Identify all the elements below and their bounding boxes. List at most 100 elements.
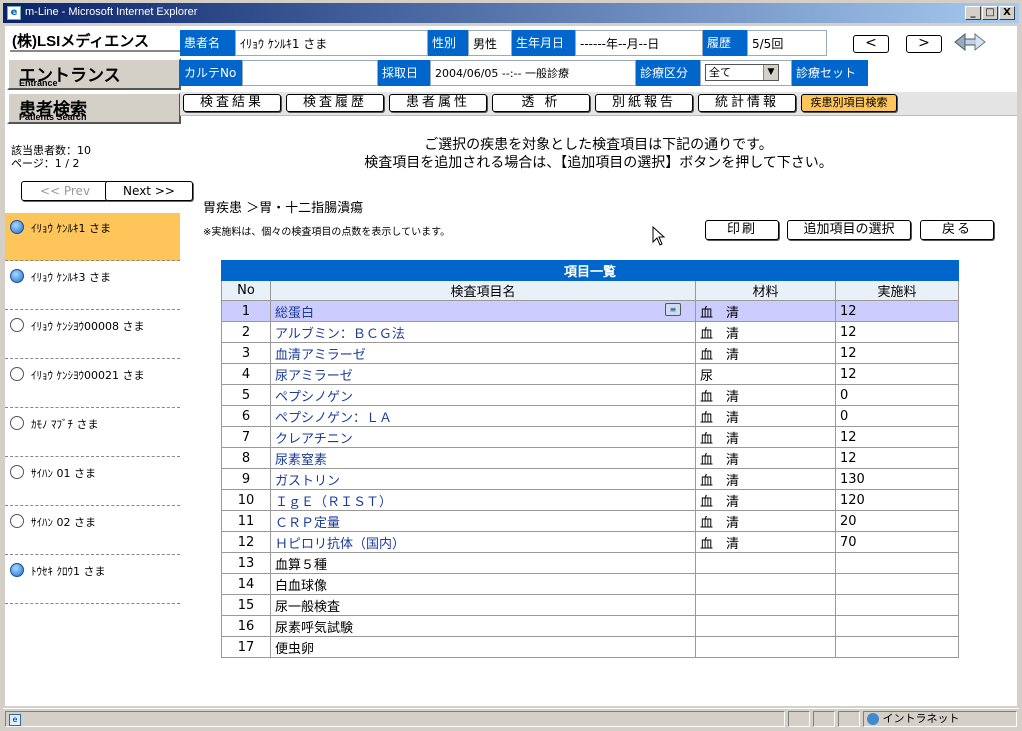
row-name[interactable]: ペプシノゲン：ＬＡ — [270, 405, 696, 427]
add-items-button[interactable]: 追加項目の選択 — [787, 220, 911, 240]
patient-list-item[interactable]: ｲﾘｮｳ ｹﾝﾙｷ3 さま — [5, 262, 180, 310]
back-button[interactable]: 戻る — [920, 220, 994, 240]
patient-name-value: ｲﾘｮｳ ｹﾝﾙｷ1 さま — [235, 30, 428, 56]
row-no: 11 — [221, 510, 271, 532]
tab-statistics[interactable]: 統計情報 — [698, 94, 796, 112]
dept-select-value: 全て — [709, 66, 731, 79]
table-row[interactable]: 1 総蛋白 ≡ 血 清 12 — [221, 300, 959, 322]
patient-list-item[interactable]: ﾄｳｾｷ ｸﾛｳ1 さま — [5, 556, 180, 604]
table-row[interactable]: 15 尿一般検査 — [221, 594, 959, 616]
table-row[interactable]: 14 白血球像 — [221, 573, 959, 595]
row-name[interactable]: ガストリン — [270, 468, 696, 490]
patient-list-item[interactable]: ｲﾘｮｳ ｹﾝｼﾖｳ00021 さま — [5, 360, 180, 408]
row-name[interactable]: ＩｇＥ（ＲＩＳＴ） — [270, 489, 696, 511]
close-button[interactable]: X — [999, 6, 1015, 20]
table-row[interactable]: 16 尿素呼気試験 — [221, 615, 959, 637]
tab-disease-search[interactable]: 疾患別項目検索 — [801, 94, 897, 112]
entrance-button[interactable]: エントランス Entrance — [7, 58, 181, 90]
table-row[interactable]: 10 ＩｇＥ（ＲＩＳＴ） 血 清 120 — [221, 489, 959, 511]
table-row[interactable]: 12 Ｈピロリ抗体（国内） 血 清 70 — [221, 531, 959, 553]
zone-label: イントラネット — [882, 712, 960, 725]
row-name[interactable]: ＣＲＰ定量 — [270, 510, 696, 532]
tab-results[interactable]: 検査結果 — [183, 94, 281, 112]
tab-attributes[interactable]: 患者属性 — [389, 94, 487, 112]
karte-label: カルテNo — [180, 60, 242, 86]
row-no: 14 — [221, 573, 271, 595]
title-bar: e m-Line - Microsoft Internet Explorer _… — [3, 3, 1019, 23]
test-item-name: 血清アミラーゼ — [275, 347, 366, 363]
row-no: 12 — [221, 531, 271, 553]
patient-list-item[interactable]: ｻｲﾊﾝ 01 さま — [5, 458, 180, 506]
row-name[interactable]: アルブミン：ＢＣＧ法 — [270, 321, 696, 343]
patient-name: ｲﾘｮｳ ｹﾝｼﾖｳ00021 さま — [31, 369, 145, 382]
page-label: ページ：1 / 2 — [11, 157, 80, 170]
table-row[interactable]: 2 アルブミン：ＢＣＧ法 血 清 12 — [221, 321, 959, 343]
table-row[interactable]: 6 ペプシノゲン：ＬＡ 血 清0 — [221, 405, 959, 427]
status-cell — [813, 711, 835, 727]
col-fee: 実施料 — [835, 280, 959, 301]
col-no: No — [221, 280, 271, 301]
table-row[interactable]: 13 血算５種 — [221, 552, 959, 574]
row-no: 3 — [221, 342, 271, 364]
test-item-name: Ｈピロリ抗体（国内） — [275, 536, 406, 552]
row-material: 血 清 — [695, 468, 836, 490]
patient-name: ｶﾓﾉ ﾏﾌﾞﾁ さま — [31, 418, 99, 431]
tab-dialysis[interactable]: 透 析 — [492, 94, 590, 112]
row-no: 5 — [221, 384, 271, 406]
print-button[interactable]: 印刷 — [705, 220, 779, 240]
window-title: m-Line - Microsoft Internet Explorer — [25, 6, 198, 18]
history-label: 履歴 — [703, 30, 747, 56]
row-name: 白血球像 — [270, 573, 696, 595]
table-row[interactable]: 11 ＣＲＰ定量 血 清 20 — [221, 510, 959, 532]
row-name[interactable]: クレアチニン — [270, 426, 696, 448]
table-row[interactable]: 8 尿素窒素 血 清 12 — [221, 447, 959, 469]
row-name[interactable]: 総蛋白 ≡ — [270, 300, 696, 322]
row-fee: 20 — [835, 510, 959, 532]
row-material — [695, 615, 836, 637]
row-name[interactable]: 尿素窒素 — [270, 447, 696, 469]
table-caption: 項目一覧 — [221, 260, 959, 281]
row-material: 血 清 — [695, 447, 836, 469]
dept-select[interactable]: 全て ▼ — [705, 64, 779, 81]
swap-arrows-icon[interactable] — [953, 32, 987, 52]
patients-search-button[interactable]: 患者検索 Patients Search — [7, 92, 181, 124]
fee-note: ※実施料は、個々の検査項目の点数を表示しています。 — [203, 227, 451, 238]
test-item-name: クレアチニン — [275, 431, 353, 447]
row-name[interactable]: ペプシノゲン — [270, 384, 696, 406]
patient-list-item[interactable]: ｻｲﾊﾝ 02 さま — [5, 507, 180, 555]
next-button[interactable]: Next >> — [105, 181, 193, 201]
table-row[interactable]: 3 血清アミラーゼ 血 清 12 — [221, 342, 959, 364]
patient-list-item[interactable]: ｶﾓﾉ ﾏﾌﾞﾁ さま — [5, 409, 180, 457]
patient-list-item[interactable]: ｲﾘｮｳ ｹﾝｼﾖｳ00008 さま — [5, 311, 180, 359]
row-no: 8 — [221, 447, 271, 469]
prev-button[interactable]: << Prev — [21, 181, 109, 201]
minimize-button[interactable]: _ — [965, 6, 981, 20]
next-history-button[interactable]: > — [906, 35, 942, 53]
table-row[interactable]: 17 便虫卵 — [221, 636, 959, 658]
row-no: 4 — [221, 363, 271, 385]
table-row[interactable]: 5 ペプシノゲン 血 清0 — [221, 384, 959, 406]
patient-list-item[interactable]: ｲﾘｮｳ ｹﾝﾙｷ1 さま — [5, 213, 180, 261]
table-row[interactable]: 9 ガストリン 血 清 130 — [221, 468, 959, 490]
tab-history[interactable]: 検査履歴 — [286, 94, 384, 112]
row-name[interactable]: Ｈピロリ抗体（国内） — [270, 531, 696, 553]
row-material: 血 清 — [695, 405, 836, 427]
row-fee: 0 — [835, 384, 959, 406]
table-row[interactable]: 7 クレアチニン 血 清 12 — [221, 426, 959, 448]
set-label[interactable]: 診療セット — [792, 60, 868, 86]
memo-icon[interactable]: ≡ — [665, 302, 681, 316]
patient-count: 該当患者数：10 ページ：1 / 2 — [11, 144, 91, 170]
row-name[interactable]: 血清アミラーゼ — [270, 342, 696, 364]
table-row[interactable]: 4 尿アミラーゼ 尿 12 — [221, 363, 959, 385]
row-name[interactable]: 尿アミラーゼ — [270, 363, 696, 385]
test-item-name: 総蛋白 — [275, 305, 315, 321]
maximize-button[interactable]: □ — [982, 6, 998, 20]
tab-separate-report[interactable]: 別紙報告 — [595, 94, 693, 112]
prev-history-button[interactable]: < — [853, 35, 889, 53]
row-material — [695, 573, 836, 595]
row-fee — [835, 615, 959, 637]
row-no: 6 — [221, 405, 271, 427]
entrance-sublabel: Entrance — [19, 78, 58, 88]
row-material: 血 清 — [695, 426, 836, 448]
row-material: 血 清 — [695, 489, 836, 511]
